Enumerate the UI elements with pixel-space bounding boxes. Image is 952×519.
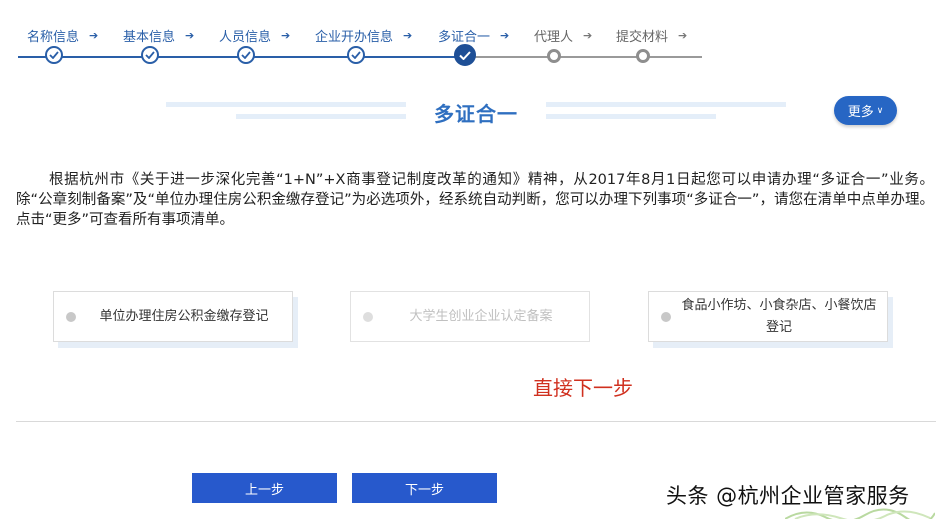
- step-submit-materials[interactable]: 提交材料 ➔: [616, 26, 687, 45]
- step-personnel-info[interactable]: 人员信息 ➔: [219, 26, 290, 45]
- step-pending-circle-icon: [636, 49, 650, 63]
- radio-dot-icon: [363, 311, 373, 322]
- stepper-line-pending: [466, 56, 702, 58]
- option-label: 大学生创业企业认定备案: [409, 308, 553, 324]
- step-complete-check-icon: [347, 46, 365, 64]
- section-title: 多证合一: [434, 102, 518, 126]
- more-button[interactable]: 更多 ∨: [834, 96, 897, 125]
- intro-paragraph: 根据杭州市《关于进一步深化完善“1+N”+X商事登记制度改革的通知》精神，从20…: [16, 172, 934, 228]
- step-complete-check-icon: [45, 46, 63, 64]
- step-label: 人员信息: [219, 30, 272, 45]
- step-complete-check-icon: [141, 46, 159, 64]
- divider: [16, 421, 936, 422]
- step-multi-certificate[interactable]: 多证合一 ➔: [438, 26, 509, 45]
- step-enterprise-info[interactable]: 企业开办信息 ➔: [315, 26, 412, 45]
- prev-step-button[interactable]: 上一步: [192, 473, 337, 503]
- option-card-housing-fund[interactable]: 单位办理住房公积金缴存登记: [53, 291, 293, 342]
- step-name-info[interactable]: 名称信息 ➔: [27, 26, 98, 45]
- arrow-right-icon: ➔: [185, 29, 195, 42]
- step-pending-circle-icon: [547, 49, 561, 63]
- next-step-button[interactable]: 下一步: [352, 473, 497, 503]
- step-basic-info[interactable]: 基本信息 ➔: [123, 26, 194, 45]
- arrow-right-icon: ➔: [89, 29, 99, 42]
- arrow-right-icon: ➔: [500, 29, 510, 42]
- option-label: 食品小作坊、小食杂店、小餐饮店登记: [681, 297, 877, 335]
- step-label: 名称信息: [27, 30, 80, 45]
- radio-dot-icon: [66, 311, 76, 322]
- option-label: 单位办理住房公积金缴存登记: [99, 308, 269, 324]
- step-agent[interactable]: 代理人 ➔: [534, 26, 592, 45]
- annotation-direct-next: 直接下一步: [533, 376, 633, 400]
- option-card-food-workshop[interactable]: 食品小作坊、小食杂店、小餐饮店登记: [648, 291, 888, 342]
- step-label: 提交材料: [616, 30, 669, 45]
- arrow-right-icon: ➔: [281, 29, 291, 42]
- radio-dot-icon: [661, 311, 671, 322]
- step-label: 多证合一: [438, 30, 491, 45]
- step-label: 基本信息: [123, 30, 176, 45]
- arrow-right-icon: ➔: [678, 29, 688, 42]
- arrow-right-icon: ➔: [403, 29, 413, 42]
- step-complete-check-icon: [237, 46, 255, 64]
- more-button-label: 更多: [847, 105, 874, 120]
- step-label: 企业开办信息: [315, 30, 394, 45]
- step-label: 代理人: [534, 30, 574, 45]
- chevron-down-icon: ∨: [876, 105, 884, 116]
- arrow-right-icon: ➔: [583, 29, 593, 42]
- step-current-check-icon: [454, 44, 476, 66]
- option-card-student-startup: 大学生创业企业认定备案: [350, 291, 590, 342]
- progress-stepper: 名称信息 ➔ 基本信息 ➔ 人员信息 ➔ 企业开办信息 ➔ 多证合一 ➔ 代理人…: [0, 0, 952, 80]
- grass-decoration: [785, 508, 935, 519]
